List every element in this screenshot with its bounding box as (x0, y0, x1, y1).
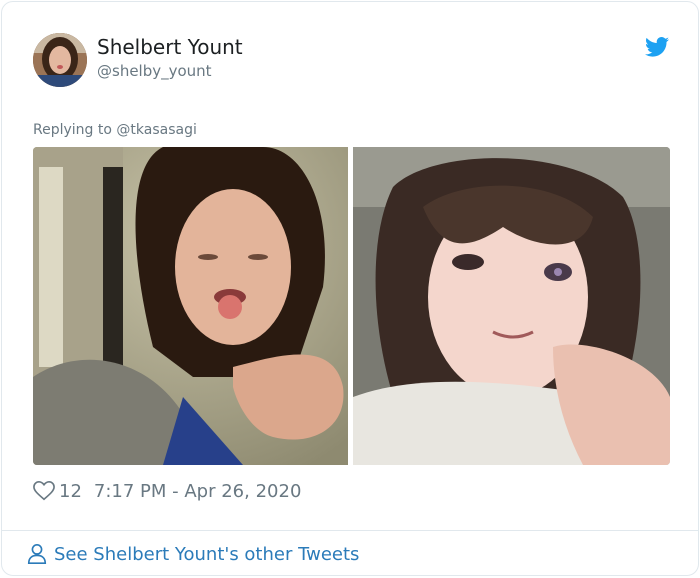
author-names: Shelbert Yount @shelby_yount (97, 35, 243, 81)
see-other-tweets-label: See Shelbert Yount's other Tweets (54, 543, 360, 565)
tweet-timestamp[interactable]: 7:17 PM - Apr 26, 2020 (94, 481, 301, 502)
twitter-bird-icon[interactable] (645, 37, 669, 57)
tweet-meta: 12 7:17 PM - Apr 26, 2020 (33, 479, 301, 503)
photo-anime[interactable] (353, 147, 670, 465)
like-count[interactable]: 12 (59, 481, 82, 502)
heart-icon[interactable] (33, 480, 55, 502)
author-display-name[interactable]: Shelbert Yount (97, 35, 243, 59)
see-other-tweets-link[interactable]: See Shelbert Yount's other Tweets (2, 530, 698, 575)
reply-prefix: Replying to (33, 122, 112, 138)
reply-to-handle[interactable]: @tkasasagi (116, 122, 196, 138)
tweet-media (33, 147, 670, 465)
author-handle[interactable]: @shelby_yount (97, 61, 243, 81)
photo-selfie[interactable] (33, 147, 348, 465)
person-icon (26, 543, 48, 565)
avatar[interactable] (33, 33, 87, 87)
tweet-header: Shelbert Yount @shelby_yount (33, 33, 673, 89)
embedded-tweet-card: Shelbert Yount @shelby_yount Replying to… (1, 1, 699, 576)
reply-context: Replying to @tkasasagi (33, 121, 197, 139)
